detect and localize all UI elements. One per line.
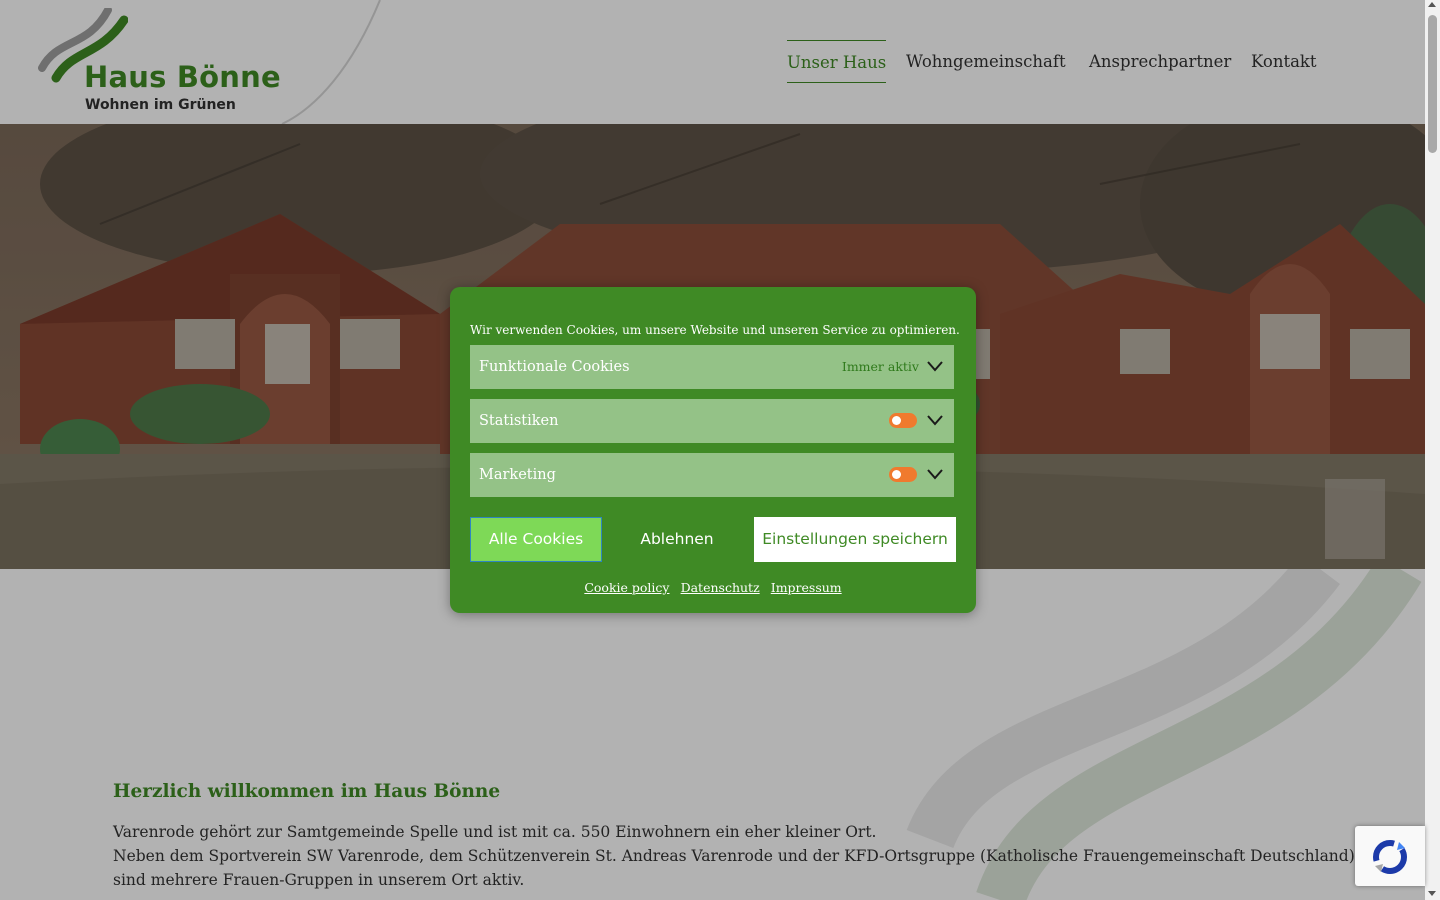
cookie-banner: Wir verwenden Cookies, um unsere Website…	[450, 287, 976, 613]
cookie-category-label: Marketing	[479, 467, 556, 483]
recaptcha-badge[interactable]	[1355, 826, 1425, 886]
recaptcha-icon	[1373, 840, 1407, 874]
cookie-category-statistics[interactable]: Statistiken	[470, 399, 954, 443]
chevron-down-icon[interactable]	[926, 413, 944, 427]
always-active-label: Immer aktiv	[841, 359, 919, 374]
scroll-up-icon[interactable]	[1428, 2, 1436, 7]
scroll-thumb[interactable]	[1428, 15, 1437, 153]
accept-all-button[interactable]: Alle Cookies	[470, 517, 602, 562]
cookie-category-label: Statistiken	[479, 413, 559, 429]
toggle-knob	[892, 470, 901, 479]
scrollbar[interactable]	[1425, 0, 1440, 900]
cookie-message: Wir verwenden Cookies, um unsere Website…	[470, 323, 960, 337]
cookie-category-label: Funktionale Cookies	[479, 359, 630, 375]
chevron-down-icon[interactable]	[926, 467, 944, 481]
cookie-links: Cookie policy Datenschutz Impressum	[450, 577, 976, 596]
save-settings-button[interactable]: Einstellungen speichern	[754, 517, 956, 562]
statistics-toggle[interactable]	[889, 413, 917, 428]
imprint-link[interactable]: Impressum	[771, 580, 842, 595]
chevron-down-icon[interactable]	[926, 359, 944, 373]
toggle-knob	[892, 416, 901, 425]
scroll-down-icon[interactable]	[1428, 891, 1436, 896]
cookie-category-marketing[interactable]: Marketing	[470, 453, 954, 497]
marketing-toggle[interactable]	[889, 467, 917, 482]
cookie-policy-link[interactable]: Cookie policy	[584, 580, 669, 595]
cookie-category-functional[interactable]: Funktionale Cookies Immer aktiv	[470, 345, 954, 389]
deny-button[interactable]: Ablehnen	[610, 517, 744, 562]
privacy-link[interactable]: Datenschutz	[681, 580, 760, 595]
